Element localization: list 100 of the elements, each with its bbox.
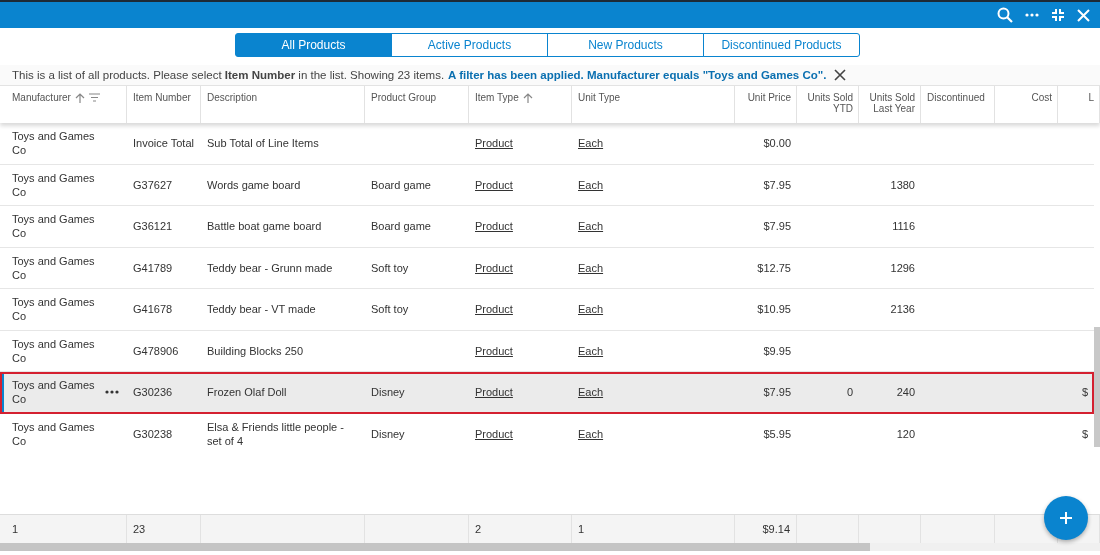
table-cell: 0 bbox=[846, 385, 853, 400]
add-button[interactable] bbox=[1044, 496, 1088, 540]
table-cell: $7.95 bbox=[763, 177, 791, 192]
table-cell: $ bbox=[1081, 385, 1088, 400]
column-header[interactable]: L bbox=[1088, 92, 1094, 103]
table-row[interactable]: Toys and Games Co G36121 Battle boat game board Board game Product Each $7.95 1116 bbox=[0, 206, 1094, 248]
table-cell: G41789 bbox=[133, 260, 173, 275]
table-cell: Building Blocks 250 bbox=[207, 343, 303, 358]
table-cell-text: Toys and Games Co bbox=[12, 212, 96, 241]
table-cell: G30238 bbox=[133, 426, 173, 441]
more-icon[interactable] bbox=[105, 390, 119, 394]
total-value: 1 bbox=[578, 522, 585, 536]
table-link[interactable]: Each bbox=[578, 260, 604, 275]
table-cell-text: Toys and Games Co bbox=[12, 336, 96, 365]
scrollbar-thumb[interactable] bbox=[0, 543, 870, 551]
table-link[interactable]: Each bbox=[578, 302, 604, 317]
close-icon[interactable] bbox=[834, 69, 847, 81]
table-cell: G30236 bbox=[133, 385, 173, 400]
table-link[interactable]: Product bbox=[475, 426, 513, 441]
column-header[interactable]: Units Sold YTD bbox=[801, 92, 853, 114]
table-cell: 120 bbox=[896, 426, 915, 441]
table-cell: Board game bbox=[371, 177, 431, 192]
filter-link[interactable]: A filter has been applied. Manufacturer equals "Toys and Games Co". bbox=[448, 69, 827, 81]
column-header[interactable]: Description bbox=[207, 92, 258, 103]
table-link[interactable]: Each bbox=[578, 385, 604, 400]
table-cell: Soft toy bbox=[371, 260, 409, 275]
table-link[interactable]: Product bbox=[475, 219, 513, 234]
table-cell: Disney bbox=[371, 426, 405, 441]
table-cell: $7.95 bbox=[763, 385, 791, 400]
scrollbar-thumb[interactable] bbox=[1094, 327, 1100, 447]
table-link[interactable]: Product bbox=[475, 302, 513, 317]
table-cell: 1296 bbox=[890, 260, 915, 275]
table-cell: Words game board bbox=[207, 177, 301, 192]
table-link[interactable]: Each bbox=[578, 219, 604, 234]
sort-up-icon[interactable] bbox=[74, 93, 85, 104]
column-header[interactable]: Item Type bbox=[475, 92, 519, 103]
table-cell: Invoice Total bbox=[133, 136, 194, 151]
table-link[interactable]: Product bbox=[475, 343, 513, 358]
table-cell: Disney bbox=[371, 385, 405, 400]
table-cell: G41678 bbox=[133, 302, 173, 317]
tab[interactable]: Active Products bbox=[391, 33, 548, 57]
table-cell-text: Toys and Games Co bbox=[12, 253, 96, 282]
table-cell-text: Toys and Games Co bbox=[12, 170, 96, 199]
table-cell-text: Toys and Games Co bbox=[12, 378, 96, 407]
table-cell: $ bbox=[1081, 426, 1088, 441]
table-cell: Board game bbox=[371, 219, 431, 234]
table-cell: $7.95 bbox=[763, 219, 791, 234]
table-cell-text: Toys and Games Co bbox=[12, 129, 96, 158]
info-text: This is a list of all products. Please select Item Number in the list. Showing 23 items. bbox=[12, 69, 445, 81]
table-link[interactable]: Each bbox=[578, 426, 604, 441]
column-header[interactable]: Manufacturer bbox=[12, 92, 71, 103]
column-header[interactable]: Item Number bbox=[133, 92, 191, 103]
table-link[interactable]: Product bbox=[475, 385, 513, 400]
column-header[interactable]: Unit Type bbox=[578, 92, 621, 103]
table-cell: $12.75 bbox=[757, 260, 791, 275]
table-row[interactable]: Toys and Games Co G41789 Teddy bear - Grunn made Soft toy Product Each $12.75 1296 bbox=[0, 247, 1094, 289]
table-cell: Frozen Olaf Doll bbox=[207, 385, 287, 400]
sort-up-icon[interactable] bbox=[522, 93, 533, 104]
collapse-icon[interactable] bbox=[1051, 8, 1065, 22]
table-cell: Teddy bear - VT made bbox=[207, 302, 316, 317]
column-header[interactable]: Cost bbox=[1031, 92, 1052, 103]
table-cell: $0.00 bbox=[763, 136, 791, 151]
table-cell: $10.95 bbox=[757, 302, 791, 317]
tab[interactable]: New Products bbox=[547, 33, 704, 57]
table-link[interactable]: Each bbox=[578, 343, 604, 358]
table-cell: G37627 bbox=[133, 177, 173, 192]
table-cell: $9.95 bbox=[763, 343, 791, 358]
table-cell: 1380 bbox=[890, 177, 915, 192]
table-cell: $5.95 bbox=[763, 426, 791, 441]
table-row[interactable]: Toys and Games Co G37627 Words game board Board game Product Each $7.95 1380 bbox=[0, 164, 1094, 206]
column-header[interactable]: Units Sold Last Year bbox=[863, 92, 915, 114]
total-value: 23 bbox=[133, 522, 146, 536]
table-link[interactable]: Product bbox=[475, 177, 513, 192]
table-cell-text: Toys and Games Co bbox=[12, 295, 96, 324]
table-cell: Soft toy bbox=[371, 302, 409, 317]
table-cell: Battle boat game board bbox=[207, 219, 322, 234]
table-row[interactable]: Toys and Games Co G30236 Frozen Olaf Doll Disney Product Each $7.95 0 240 $ bbox=[0, 372, 1094, 414]
table-cell: G478906 bbox=[133, 343, 179, 358]
table-cell: 2136 bbox=[890, 302, 915, 317]
search-icon[interactable] bbox=[997, 7, 1013, 23]
column-header[interactable]: Discontinued bbox=[927, 92, 985, 103]
table-cell: Teddy bear - Grunn made bbox=[207, 260, 333, 275]
tab[interactable]: All Products bbox=[235, 33, 392, 57]
table-link[interactable]: Product bbox=[475, 260, 513, 275]
table-link[interactable]: Each bbox=[578, 136, 604, 151]
total-value: 2 bbox=[475, 522, 482, 536]
table-row[interactable]: Toys and Games Co Invoice Total Sub Total of Line Items Product Each $0.00 bbox=[0, 123, 1094, 165]
column-header[interactable]: Product Group bbox=[371, 92, 437, 103]
column-header[interactable]: Unit Price bbox=[747, 92, 791, 103]
table-cell: Sub Total of Line Items bbox=[207, 136, 319, 151]
table-link[interactable]: Product bbox=[475, 136, 513, 151]
table-row[interactable]: Toys and Games Co G41678 Teddy bear - VT made Soft toy Product Each $10.95 2136 bbox=[0, 289, 1094, 331]
table-cell: G36121 bbox=[133, 219, 173, 234]
table-link[interactable]: Each bbox=[578, 177, 604, 192]
filter-icon[interactable] bbox=[88, 93, 100, 102]
plus-icon bbox=[1059, 511, 1073, 525]
table-cell-text: Elsa & Friends little people - set of 4 bbox=[207, 419, 345, 447]
tab[interactable]: Discontinued Products bbox=[703, 33, 860, 57]
table-cell: 1116 bbox=[892, 219, 915, 234]
total-value: $9.14 bbox=[762, 522, 790, 536]
